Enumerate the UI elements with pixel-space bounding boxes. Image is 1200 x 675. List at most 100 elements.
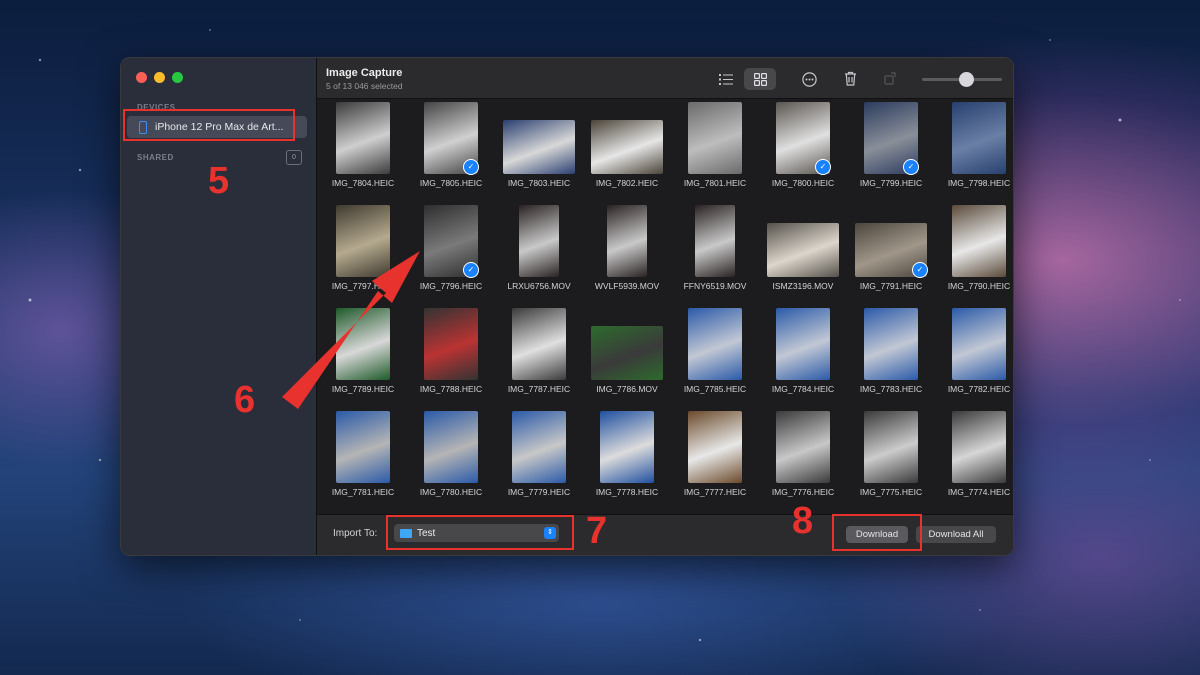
photo-cell[interactable]: IMG_7783.HEIC (847, 305, 935, 408)
photo-thumbnail[interactable]: ✓ (864, 102, 919, 175)
annotation-box-import (386, 515, 574, 550)
photo-cell[interactable]: IMG_7786.MOV (583, 305, 671, 408)
photo-cell[interactable]: IMG_7781.HEIC (319, 408, 407, 511)
photo-thumbnail[interactable] (864, 411, 918, 483)
photo-filename: IMG_7801.HEIC (683, 178, 747, 188)
download-all-button[interactable]: Download All (916, 526, 996, 543)
photo-thumbnail[interactable] (688, 411, 742, 483)
import-to-label: Import To: (333, 528, 378, 539)
photo-thumbnail[interactable] (688, 308, 742, 380)
photo-cell[interactable]: IMG_7780.HEIC (407, 408, 495, 511)
photo-thumbnail[interactable] (512, 411, 566, 483)
photo-filename: IMG_7779.HEIC (507, 487, 571, 497)
photo-filename: IMG_7791.HEIC (859, 281, 923, 291)
window-controls (136, 72, 183, 83)
photo-thumbnail[interactable] (512, 308, 566, 380)
slider-knob[interactable] (959, 72, 974, 87)
photo-cell[interactable]: IMG_7804.HEIC (319, 99, 407, 202)
photo-thumbnail[interactable] (767, 223, 839, 277)
photo-thumbnail[interactable] (952, 102, 1006, 174)
photo-cell[interactable]: IMG_7798.HEIC (935, 99, 1013, 202)
trash-icon[interactable] (840, 69, 860, 87)
photo-cell[interactable]: IMG_7776.HEIC (759, 408, 847, 511)
photo-thumbnail[interactable] (519, 205, 559, 277)
photo-cell[interactable]: WVLF5939.MOV (583, 202, 671, 305)
photo-thumbnail[interactable] (336, 102, 390, 174)
photo-cell[interactable]: IMG_7802.HEIC (583, 99, 671, 202)
photo-cell[interactable]: FFNY6519.MOV (671, 202, 759, 305)
photo-cell[interactable]: IMG_7790.HEIC (935, 202, 1013, 305)
photo-cell[interactable]: IMG_7774.HEIC (935, 408, 1013, 511)
photo-thumbnail[interactable] (952, 205, 1006, 277)
minimize-window-button[interactable] (154, 72, 165, 83)
photo-cell[interactable]: ISMZ3196.MOV (759, 202, 847, 305)
photo-thumbnail[interactable] (952, 308, 1006, 380)
annotation-number-7: 7 (586, 510, 608, 552)
more-icon[interactable] (799, 70, 819, 88)
photo-cell[interactable]: ✓ IMG_7805.HEIC (407, 99, 495, 202)
photo-thumbnail[interactable] (695, 205, 735, 277)
photo-filename: IMG_7800.HEIC (771, 178, 835, 188)
photo-cell[interactable]: IMG_7782.HEIC (935, 305, 1013, 408)
photo-filename: IMG_7805.HEIC (419, 178, 483, 188)
selection-count: 5 of 13 046 selected (326, 81, 403, 91)
photo-thumbnail[interactable] (424, 411, 478, 483)
photo-filename: IMG_7784.HEIC (771, 384, 835, 394)
photo-filename: IMG_7790.HEIC (947, 281, 1011, 291)
photo-filename: IMG_7799.HEIC (859, 178, 923, 188)
photo-filename: IMG_7803.HEIC (507, 178, 571, 188)
selected-check-icon: ✓ (912, 262, 928, 278)
photo-filename: IMG_7780.HEIC (419, 487, 483, 497)
annotation-number-5: 5 (208, 160, 230, 202)
close-window-button[interactable] (136, 72, 147, 83)
photo-filename: IMG_7786.MOV (596, 384, 658, 394)
photo-filename: FFNY6519.MOV (683, 281, 747, 291)
photo-thumbnail[interactable] (864, 308, 918, 380)
photo-filename: IMG_7778.HEIC (595, 487, 659, 497)
thumbnail-size-slider[interactable] (922, 72, 1002, 87)
photo-thumbnail[interactable]: ✓ (855, 223, 928, 278)
annotation-number-8: 8 (792, 500, 814, 542)
photo-thumbnail[interactable] (336, 411, 390, 483)
annotation-box-download (832, 514, 922, 551)
photo-cell[interactable]: IMG_7785.HEIC (671, 305, 759, 408)
annotation-number-6: 6 (234, 379, 256, 421)
photo-thumbnail[interactable] (776, 411, 830, 483)
photo-cell[interactable]: LRXU6756.MOV (495, 202, 583, 305)
photo-cell[interactable]: ✓ IMG_7800.HEIC (759, 99, 847, 202)
zoom-window-button[interactable] (172, 72, 183, 83)
photo-thumbnail[interactable] (591, 120, 663, 174)
list-view-icon[interactable] (716, 70, 736, 88)
annotation-arrow (282, 251, 420, 409)
photo-thumbnail[interactable] (600, 411, 654, 483)
grid-view-icon[interactable] (744, 68, 776, 90)
photo-cell[interactable]: IMG_7787.HEIC (495, 305, 583, 408)
shared-count-badge: 0 (286, 150, 302, 165)
photo-cell[interactable]: IMG_7801.HEIC (671, 99, 759, 202)
photo-cell[interactable]: ✓ IMG_7799.HEIC (847, 99, 935, 202)
photo-cell[interactable]: ✓ IMG_7791.HEIC (847, 202, 935, 305)
photo-thumbnail[interactable] (591, 326, 663, 380)
photo-filename: IMG_7783.HEIC (859, 384, 923, 394)
photo-cell[interactable]: IMG_7778.HEIC (583, 408, 671, 511)
selected-check-icon: ✓ (903, 159, 919, 175)
rotate-icon[interactable] (881, 69, 901, 87)
annotation-box-device (123, 109, 295, 141)
photo-filename: IMG_7777.HEIC (683, 487, 747, 497)
photo-filename: IMG_7775.HEIC (859, 487, 923, 497)
photo-cell[interactable]: IMG_7784.HEIC (759, 305, 847, 408)
photo-thumbnail[interactable] (607, 205, 647, 277)
photo-filename: IMG_7781.HEIC (331, 487, 395, 497)
photo-thumbnail[interactable] (688, 102, 742, 174)
photo-cell[interactable]: IMG_7803.HEIC (495, 99, 583, 202)
photo-cell[interactable]: IMG_7777.HEIC (671, 408, 759, 511)
photo-cell[interactable]: IMG_7779.HEIC (495, 408, 583, 511)
photo-filename: IMG_7787.HEIC (507, 384, 571, 394)
photo-thumbnail[interactable]: ✓ (424, 102, 479, 175)
photo-thumbnail[interactable] (776, 308, 830, 380)
photo-thumbnail[interactable]: ✓ (776, 102, 831, 175)
photo-cell[interactable]: IMG_7775.HEIC (847, 408, 935, 511)
photo-filename: IMG_7782.HEIC (947, 384, 1011, 394)
photo-thumbnail[interactable] (503, 120, 575, 174)
photo-thumbnail[interactable] (952, 411, 1006, 483)
